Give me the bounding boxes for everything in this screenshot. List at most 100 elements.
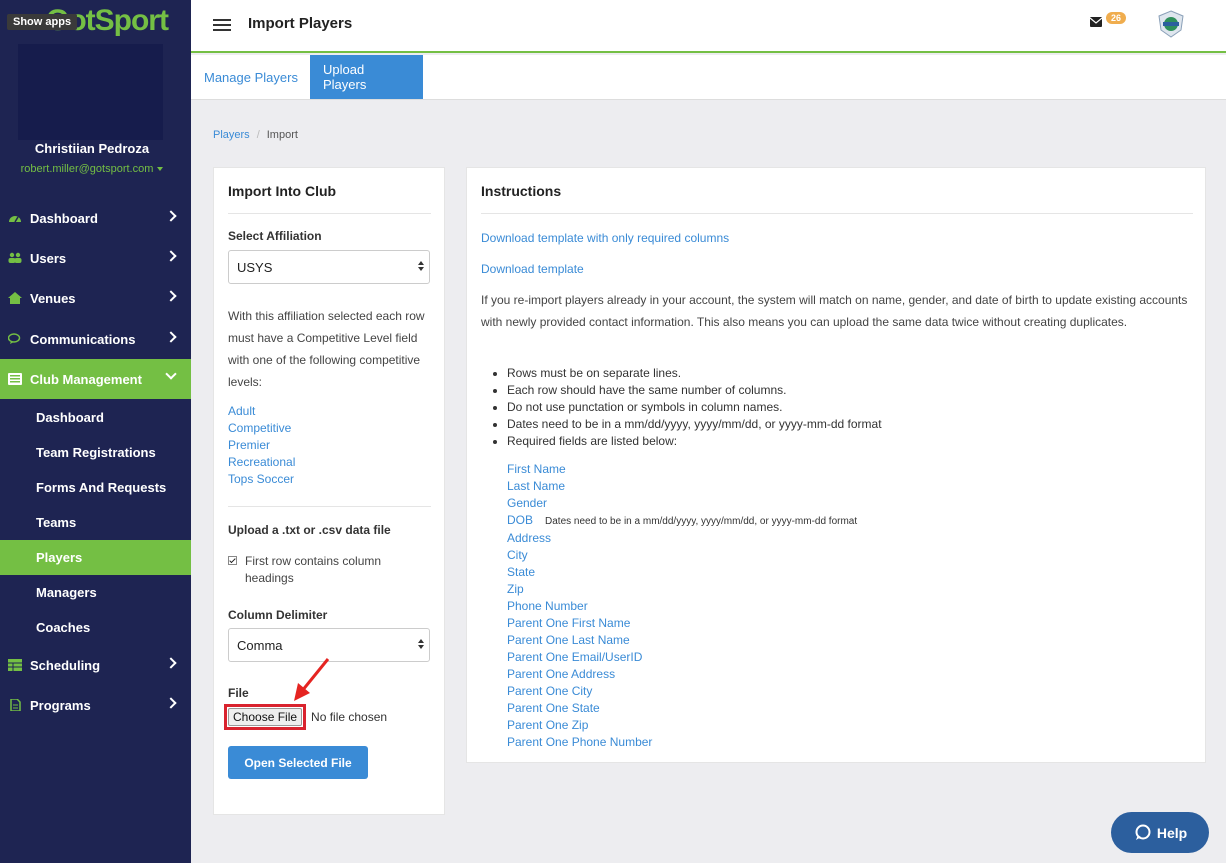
gotsport-logo[interactable]: GotSport Show apps	[0, 0, 191, 44]
sidebar-item-programs[interactable]: Programs	[0, 685, 191, 725]
affiliation-select-value: USYS	[237, 259, 273, 275]
chevron-down-icon	[165, 368, 177, 380]
list-icon	[8, 373, 22, 385]
avatar	[18, 44, 163, 140]
list-item: Dates need to be in a mm/dd/yyyy, yyyy/m…	[507, 416, 882, 433]
breadcrumb-separator: /	[256, 129, 260, 141]
competitive-level[interactable]: Competitive	[228, 420, 295, 437]
home-icon	[8, 292, 22, 304]
help-label: Help	[1156, 824, 1188, 841]
envelope-icon[interactable]	[1090, 17, 1102, 27]
delimiter-label: Column Delimiter	[228, 608, 328, 622]
field-name-row: DOB Dates need to be in a mm/dd/yyyy, yyy…	[507, 512, 857, 530]
tab-upload-players[interactable]: Upload Players	[310, 55, 423, 99]
field-name: Parent One City	[507, 684, 593, 698]
competitive-level[interactable]: Tops Soccer	[228, 471, 295, 488]
sidebar-subitem-dashboard[interactable]: Dashboard	[0, 400, 191, 435]
affiliation-note: With this affiliation selected each row …	[228, 309, 425, 389]
sidebar-subitem-coaches[interactable]: Coaches	[0, 610, 191, 645]
field-name: Parent One Address	[507, 667, 616, 681]
chevron-right-icon	[165, 331, 177, 343]
upload-label: Upload a .txt or .csv data file	[228, 523, 391, 537]
field-name: Parent One Last Name	[507, 633, 630, 647]
organization-logo-icon[interactable]	[1157, 10, 1185, 38]
tab-bar: Manage Players Upload Players	[191, 55, 1226, 100]
tachometer-icon	[8, 212, 22, 224]
file-label: File	[228, 686, 249, 700]
breadcrumb: Players / Import	[213, 129, 298, 141]
caret-down-icon	[157, 167, 164, 172]
first-row-headings-option: First row contains column headings	[228, 553, 433, 587]
panel-title: Import Into Club	[228, 183, 337, 199]
instructions-title: Instructions	[481, 183, 562, 199]
breadcrumb-link-players[interactable]: Players	[213, 129, 250, 141]
sidebar-item-label: Communications	[30, 331, 136, 347]
competitive-level[interactable]: Recreational	[228, 454, 295, 471]
red-arrow-icon	[294, 658, 330, 701]
top-header: Import Players 26	[191, 0, 1226, 53]
user-name: Christiian Pedroza	[34, 141, 150, 156]
field-name: DOB	[507, 513, 534, 527]
sidebar-item-club-management[interactable]: Club Management	[0, 359, 191, 399]
help-button[interactable]: Help	[1111, 812, 1209, 853]
page-title: Import Players	[248, 15, 353, 32]
divider	[228, 506, 431, 507]
list-item: Each row should have the same number of …	[507, 382, 882, 399]
table-icon	[8, 659, 22, 671]
show-apps-tooltip[interactable]: Show apps	[7, 14, 78, 30]
list-item: Required fields are listed below:	[507, 433, 882, 450]
download-template-link[interactable]: Download template	[481, 262, 584, 276]
sidebar-item-label: Scheduling	[30, 657, 101, 673]
sidebar-item-label: Dashboard	[30, 210, 98, 226]
field-name: Phone Number	[507, 599, 588, 613]
choose-file-button[interactable]: Choose File	[228, 708, 303, 726]
tab-manage-players[interactable]: Manage Players	[191, 55, 311, 99]
field-name: Parent One Email/UserID	[507, 650, 643, 664]
field-name: City	[507, 548, 528, 562]
required-fields-list: First Name Last Name Gender DOB Dates nee…	[507, 461, 857, 751]
import-into-club-panel: Import Into Club Select Affiliation USYS…	[213, 167, 445, 815]
user-email-dropdown[interactable]: robert.miller@gotsport.com	[0, 163, 184, 175]
sidebar-item-label: Venues	[30, 290, 76, 306]
delimiter-select-value: Comma	[237, 637, 283, 653]
sidebar-subitem-managers[interactable]: Managers	[0, 575, 191, 610]
sidebar-item-label: Users	[30, 250, 67, 266]
download-required-template-link[interactable]: Download template with only required col…	[481, 231, 729, 245]
chevron-right-icon	[165, 697, 177, 709]
instructions-panel: Instructions Download template with only…	[466, 167, 1206, 763]
sidebar-item-communications[interactable]: Communications	[0, 319, 191, 359]
divider	[228, 213, 431, 214]
sidebar-item-dashboard[interactable]: Dashboard	[0, 198, 191, 238]
sidebar-subitem-forms-and-requests[interactable]: Forms And Requests	[0, 470, 191, 505]
breadcrumb-current: Import	[266, 129, 298, 141]
sidebar-item-scheduling[interactable]: Scheduling	[0, 645, 191, 685]
list-item: Rows must be on separate lines.	[507, 365, 882, 382]
sidebar: GotSport Show apps Christiian Pedroza ro…	[0, 0, 191, 863]
field-name: Parent One Zip	[507, 718, 589, 732]
chat-bubble-icon	[1135, 824, 1151, 840]
sidebar-item-users[interactable]: Users	[0, 238, 191, 278]
field-name: Zip	[507, 582, 524, 596]
first-row-headings-checkbox[interactable]	[228, 556, 237, 565]
affiliation-select[interactable]: USYS	[228, 250, 430, 284]
choose-file-highlight[interactable]: Choose File	[224, 704, 307, 730]
mail-count-badge: 26	[1106, 12, 1127, 24]
chevron-right-icon	[165, 290, 177, 302]
sidebar-subitem-players[interactable]: Players	[0, 540, 191, 575]
reimport-paragraph: If you re-import players already in your…	[481, 293, 1188, 329]
sidebar-item-label: Programs	[30, 697, 91, 713]
hamburger-menu-icon[interactable]	[213, 19, 231, 31]
competitive-level[interactable]: Premier	[228, 437, 295, 454]
comments-icon	[8, 333, 22, 345]
chevron-right-icon	[165, 250, 177, 262]
sidebar-subitem-team-registrations[interactable]: Team Registrations	[0, 435, 191, 470]
competitive-level[interactable]: Adult	[228, 403, 295, 420]
sidebar-subitem-teams[interactable]: Teams	[0, 505, 191, 540]
file-input: Choose File No file chosen	[224, 704, 387, 730]
field-name: First Name	[507, 462, 566, 476]
field-name: Address	[507, 531, 552, 545]
field-name: Last Name	[507, 479, 566, 493]
sidebar-item-venues[interactable]: Venues	[0, 278, 191, 318]
dob-format-note: Dates need to be in a mm/dd/yyyy, yyyy/m…	[545, 516, 858, 527]
open-selected-file-button[interactable]: Open Selected File	[228, 746, 368, 779]
